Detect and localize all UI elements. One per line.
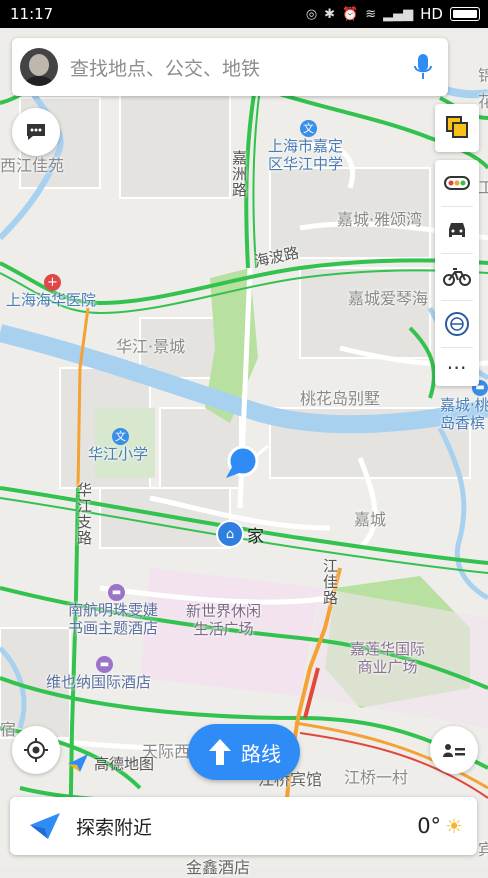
car-icon xyxy=(449,223,465,237)
layers-icon[interactable] xyxy=(435,104,479,150)
poi-hotel[interactable]: ▬ 南航明珠雯婕 书画主题酒店 xyxy=(68,584,158,637)
cnta-button[interactable] xyxy=(435,301,479,347)
poi-label: 维也纳国际酒店 xyxy=(46,673,152,691)
tourism-badge-icon xyxy=(445,312,469,336)
route-button-label: 路线 xyxy=(241,741,281,766)
temperature: 0° xyxy=(417,814,442,838)
poi-label: 新世界休闲 生活广场 xyxy=(186,602,262,638)
road-label: 江佳路 xyxy=(321,558,339,606)
area-label: 嘉城·雅颂湾 xyxy=(337,210,423,229)
poi-school[interactable]: 文 华江小学 xyxy=(88,428,148,463)
sync-icon: ◎ xyxy=(305,6,318,22)
avatar[interactable] xyxy=(20,48,58,86)
edge-label: 宿 xyxy=(0,720,17,739)
bluetooth-icon: ✱ xyxy=(324,6,336,22)
route-button[interactable]: 路线 xyxy=(188,724,300,780)
bike-button[interactable] xyxy=(435,254,479,300)
bicycle-icon xyxy=(443,268,471,286)
layers-control[interactable] xyxy=(435,104,479,152)
locate-icon xyxy=(24,738,48,762)
home-icon: ⌂ xyxy=(216,520,244,548)
road-label: 嘉洲路 xyxy=(230,150,248,198)
poi-label: 上海市嘉定 区华江中学 xyxy=(268,137,344,173)
id-card-icon xyxy=(443,744,465,757)
status-bar: 11:17 ◎ ✱ ⏰ ≋ ▂▄▆ HD xyxy=(0,0,488,28)
explore-nearby-label: 探索附近 xyxy=(76,816,153,839)
status-time: 11:17 xyxy=(10,5,54,23)
poi-school[interactable]: 文 上海市嘉定 区华江中学 xyxy=(268,120,343,173)
explore-nearby-bar[interactable]: 探索附近 0° ☀ xyxy=(10,797,477,855)
search-input[interactable]: 查找地点、公交、地铁 xyxy=(70,54,406,81)
search-bar[interactable]: 查找地点、公交、地铁 xyxy=(12,38,448,96)
area-label: 嘉城 xyxy=(354,510,387,529)
sun-icon: ☀ xyxy=(445,814,463,838)
alarm-icon: ⏰ xyxy=(342,6,359,22)
poi-label: 金鑫酒店 xyxy=(186,858,251,877)
amap-logo: 高德地图 xyxy=(66,752,154,774)
edge-label: 锦 xyxy=(478,66,488,85)
battery-icon xyxy=(450,7,480,21)
wifi-icon: ≋ xyxy=(365,6,377,22)
area-label: 桃花岛别墅 xyxy=(300,389,381,408)
more-button[interactable]: ⋯ xyxy=(435,348,479,386)
traffic-button[interactable] xyxy=(435,160,479,206)
road-label: 华江支路 xyxy=(75,482,93,546)
poi-label: 嘉莲华国际 商业广场 xyxy=(350,640,426,676)
hotel-icon: ▬ xyxy=(96,656,113,673)
edge-label: 工 xyxy=(478,178,488,197)
route-arrow-icon xyxy=(209,739,231,765)
edge-label: 宾 xyxy=(478,840,488,859)
more-icon: ⋯ xyxy=(446,355,468,379)
microphone-icon[interactable] xyxy=(406,50,440,84)
home-label: 家 xyxy=(247,526,264,547)
network-type: HD xyxy=(420,5,443,23)
poi-hotel[interactable]: ▬ 嘉城·桃 岛香槟 xyxy=(440,380,488,432)
home-marker[interactable]: ⌂ 家 xyxy=(216,520,264,548)
area-label: 江桥一村 xyxy=(344,768,409,787)
message-button[interactable] xyxy=(12,108,60,156)
traffic-icon xyxy=(444,176,470,190)
poi-hotel[interactable]: ▬ 维也纳国际酒店 xyxy=(46,656,151,691)
edge-label: 花 xyxy=(478,92,488,111)
poi-hospital[interactable]: + 上海海华医院 xyxy=(6,274,96,309)
car-button[interactable] xyxy=(435,207,479,253)
poi-label: 南航明珠雯婕 书画主题酒店 xyxy=(68,601,159,637)
card-button[interactable] xyxy=(430,726,478,774)
school-icon: 文 xyxy=(112,428,129,445)
amap-logo-icon xyxy=(68,754,88,772)
poi-label: 嘉城·桃 岛香槟 xyxy=(440,396,488,432)
map-tool-group: ⋯ xyxy=(435,160,479,386)
brand-text: 高德地图 xyxy=(94,754,155,773)
area-label: 嘉城爱琴海 xyxy=(348,289,429,308)
status-icons: ◎ ✱ ⏰ ≋ ▂▄▆ HD xyxy=(306,5,480,23)
signal-icon: ▂▄▆ xyxy=(383,6,414,22)
poi-label: 上海海华医院 xyxy=(6,291,97,309)
locate-button[interactable] xyxy=(12,726,60,774)
school-icon: 文 xyxy=(300,120,317,137)
area-label: 华江·景城 xyxy=(116,337,186,356)
poi-label: 华江小学 xyxy=(88,445,149,463)
explore-arrow-icon xyxy=(30,813,60,839)
hospital-icon: + xyxy=(44,274,61,291)
hotel-icon: ▬ xyxy=(108,584,125,601)
chat-icon xyxy=(27,124,45,140)
